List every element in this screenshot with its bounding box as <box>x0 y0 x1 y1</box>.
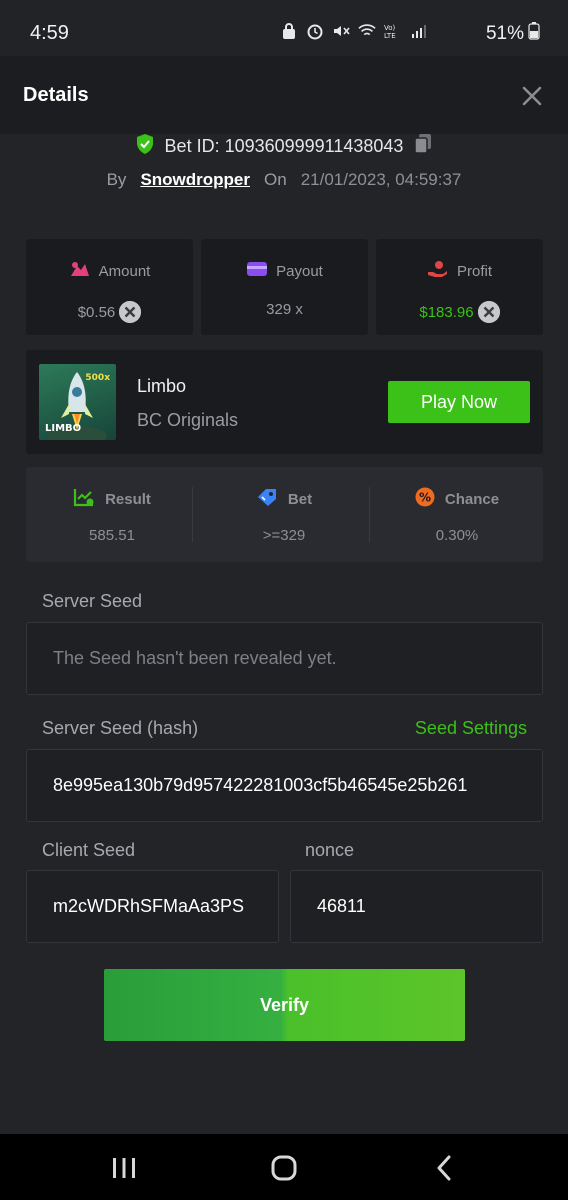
bet-meta-row: By Snowdropper On 21/01/2023, 04:59:37 <box>0 170 568 190</box>
server-seed-hash-label: Server Seed (hash) <box>42 718 199 738</box>
game-thumbnail[interactable]: 500x LIMBO <box>39 364 116 440</box>
verify-button[interactable]: Verify <box>104 969 465 1041</box>
copy-button[interactable] <box>413 133 433 160</box>
client-seed-value: m2cWDRhSFMaAa3PS <box>53 896 245 916</box>
amount-value-row: $0.56 <box>26 301 193 323</box>
svg-text:LTE: LTE <box>384 32 396 39</box>
result-title: Result <box>26 487 198 511</box>
home-icon <box>271 1155 297 1181</box>
wifi-icon <box>358 22 376 40</box>
battery-percent: 51% <box>485 23 524 44</box>
payout-card: Payout 329 x <box>201 239 368 335</box>
chance-title: % Chance <box>371 487 543 511</box>
result-value: 585.51 <box>89 527 135 544</box>
game-provider: BC Originals <box>137 410 239 430</box>
status-bar: 4:59 Vo) LTE 51% <box>0 0 568 56</box>
on-label: On <box>264 170 287 189</box>
battery-indicator: 51% <box>486 22 540 46</box>
close-icon <box>522 86 542 106</box>
back-icon <box>437 1155 451 1181</box>
client-seed-field[interactable]: m2cWDRhSFMaAa3PS <box>26 870 279 943</box>
divider <box>369 487 370 542</box>
result-column: Result 585.51 <box>26 467 198 562</box>
chance-column: % Chance 0.30% <box>371 467 543 562</box>
profit-card: Profit $183.96 <box>376 239 543 335</box>
page-title: Details <box>23 84 89 106</box>
user-link[interactable]: Snowdropper <box>140 170 250 190</box>
volte-icon: Vo) LTE <box>384 22 402 40</box>
server-seed-hash-value: 8e995ea130b79d957422281003cf5b46545e25b2… <box>53 775 468 795</box>
payout-title: Payout <box>201 260 368 282</box>
lock-notification-icon <box>280 22 298 40</box>
amount-value: $0.56 <box>77 303 116 321</box>
server-seed-hash-field[interactable]: 8e995ea130b79d957422281003cf5b46545e25b2… <box>26 749 543 822</box>
payout-value-row: 329 x <box>201 301 368 318</box>
coin-icon <box>477 301 500 323</box>
client-seed-label: Client Seed <box>42 840 136 860</box>
server-seed-placeholder: The Seed hasn't been revealed yet. <box>53 648 337 668</box>
home-button[interactable] <box>264 1152 304 1184</box>
nonce-value: 46811 <box>317 896 366 916</box>
result-chart-icon <box>73 487 95 511</box>
nonce-label: nonce <box>305 840 355 860</box>
system-nav-bar <box>0 1134 568 1200</box>
profit-label: Profit <box>456 262 492 280</box>
amount-title: Amount <box>26 260 193 282</box>
payout-label: Payout <box>276 262 323 280</box>
server-seed-field[interactable]: The Seed hasn't been revealed yet. <box>26 622 543 695</box>
svg-text:Vo): Vo) <box>384 24 396 32</box>
game-name[interactable]: Limbo <box>137 376 186 397</box>
percent-icon: % <box>415 487 435 511</box>
recent-apps-button[interactable] <box>104 1152 144 1184</box>
bet-column: Bet >=329 <box>198 467 370 562</box>
status-icons: Vo) LTE <box>280 22 428 40</box>
verified-shield-icon <box>135 133 155 160</box>
wallet-icon <box>246 260 268 282</box>
coin-icon <box>119 301 142 323</box>
close-button[interactable] <box>518 82 546 110</box>
amount-icon <box>69 260 91 282</box>
bet-id-row: Bet ID: 109360999911438043 <box>0 133 568 160</box>
chance-label: Chance <box>444 490 500 508</box>
battery-icon <box>528 22 540 46</box>
bet-tag-icon <box>256 487 278 511</box>
thumb-logo: LIMBO <box>45 423 82 434</box>
bet-title: Bet <box>198 487 370 511</box>
status-time: 4:59 <box>30 22 69 44</box>
profit-value: $183.96 <box>419 303 474 321</box>
amount-card: Amount $0.56 <box>26 239 193 335</box>
bet-value: >=329 <box>262 527 306 544</box>
alarm-icon <box>306 22 324 40</box>
details-header: Details <box>0 56 568 134</box>
bet-id: Bet ID: 109360999911438043 <box>164 136 404 156</box>
recent-apps-icon <box>113 1158 135 1178</box>
profit-value-row: $183.96 <box>376 301 543 323</box>
nonce-field[interactable]: 46811 <box>290 870 543 943</box>
signal-icon <box>410 22 428 40</box>
result-label: Result <box>105 490 151 508</box>
seed-settings-link[interactable]: Seed Settings <box>415 718 527 739</box>
bet-label: Bet <box>287 490 313 508</box>
result-card: Result 585.51 Bet >=329 % Chance 0.30% <box>26 467 543 562</box>
copy-icon <box>414 134 432 154</box>
divider <box>192 487 193 542</box>
chance-value: 0.30% <box>435 527 479 544</box>
svg-text:%: % <box>419 491 431 505</box>
bet-date: 21/01/2023, 04:59:37 <box>300 170 462 189</box>
game-card: 500x LIMBO Limbo BC Originals Play Now <box>26 350 543 454</box>
mute-icon <box>332 22 350 40</box>
server-seed-label: Server Seed <box>42 591 143 611</box>
back-button[interactable] <box>424 1152 464 1184</box>
thumb-badge: 500x <box>85 373 110 383</box>
profit-hand-icon <box>427 260 449 282</box>
by-label: By <box>106 170 127 189</box>
amount-label: Amount <box>98 262 151 280</box>
play-now-button[interactable]: Play Now <box>388 381 530 423</box>
payout-value: 329 x <box>266 301 303 318</box>
profit-title: Profit <box>376 260 543 282</box>
